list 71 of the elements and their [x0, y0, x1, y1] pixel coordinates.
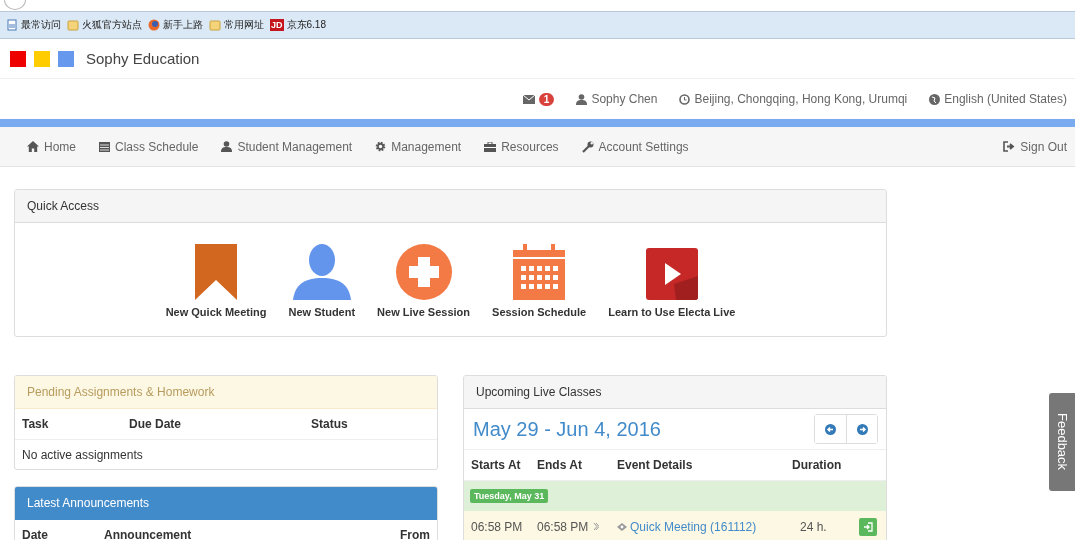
- feedback-tab[interactable]: Feedback: [1049, 393, 1075, 491]
- bookmark-link[interactable]: 新手上路: [148, 18, 203, 32]
- nav-link[interactable]: Home: [27, 139, 76, 154]
- bookmark-link[interactable]: 最常访问: [6, 18, 61, 32]
- home-icon: [27, 141, 39, 152]
- column-header: From: [400, 528, 430, 540]
- language-link[interactable]: English (United States): [944, 92, 1067, 106]
- column-header: Status: [311, 417, 349, 431]
- column-header: Due Date: [129, 417, 182, 431]
- day-label: Tuesday, May 31: [470, 489, 549, 503]
- globe-icon: [929, 93, 941, 105]
- event-link[interactable]: Quick Meeting (161112): [617, 519, 792, 534]
- bookmark-link[interactable]: JD 京东6.18: [270, 18, 326, 32]
- user-icon: [576, 93, 588, 105]
- brand-name: Sophy Education: [86, 50, 200, 67]
- nav-link[interactable]: Account Settings: [581, 139, 689, 154]
- person-icon: [292, 244, 351, 300]
- bookmark-link[interactable]: 常用网址: [209, 18, 264, 32]
- sign-out-icon: [1003, 141, 1016, 152]
- join-button[interactable]: [859, 517, 877, 536]
- panel-title: Upcoming Live Classes: [476, 385, 602, 399]
- nav-link[interactable]: Class Schedule: [99, 139, 199, 154]
- table-cell: 24 h.: [800, 519, 827, 534]
- shop-icon: JD: [270, 19, 284, 31]
- panel-title: Latest Announcements: [27, 496, 150, 510]
- globe-icon: [148, 19, 160, 31]
- user-icon: [221, 141, 233, 152]
- right-arrow-icon: [856, 423, 868, 435]
- column-header: Event Details: [617, 458, 694, 472]
- plus-icon: [395, 244, 452, 300]
- column-header: Starts At: [471, 458, 522, 472]
- nav-link[interactable]: Management: [375, 139, 462, 154]
- sign-out-link[interactable]: Sign Out: [1003, 139, 1067, 154]
- quick-access-link[interactable]: New Quick Meeting: [165, 244, 267, 318]
- clock-icon: [679, 93, 691, 105]
- nav-link[interactable]: Resources: [484, 139, 559, 154]
- quick-access-link[interactable]: Learn to Use Electa Live: [608, 248, 736, 318]
- panel-title: Quick Access: [27, 199, 100, 213]
- user-name[interactable]: Sophy Chen: [591, 92, 658, 106]
- wrench-icon: [581, 140, 594, 153]
- message-count: 1: [538, 92, 555, 106]
- column-header: Announcement: [104, 528, 193, 540]
- gear-icon: [375, 141, 387, 152]
- chevron-icon: [593, 523, 600, 530]
- nav-link[interactable]: Student Management: [221, 139, 353, 154]
- bookmark-link[interactable]: 火狐官方站点: [67, 18, 142, 32]
- calendar-icon: [513, 244, 566, 300]
- column-header: Duration: [792, 458, 843, 472]
- quick-access-link[interactable]: New Student: [288, 244, 356, 318]
- column-header: Date: [22, 528, 49, 540]
- bookmark-icon: [193, 244, 240, 300]
- table-cell-text: 06:58 PM: [471, 519, 524, 534]
- enter-icon: [863, 521, 873, 532]
- quick-access-link[interactable]: Session Schedule: [492, 244, 587, 318]
- quick-access-link[interactable]: New Live Session: [377, 244, 471, 318]
- column-header: Task: [22, 417, 50, 431]
- folder-icon: [209, 19, 221, 31]
- mail-icon[interactable]: [522, 94, 535, 104]
- table-cell: 06:58 PM: [537, 519, 589, 534]
- panel-title: Pending Assignments & Homework: [27, 385, 215, 399]
- date-range: May 29 - Jun 4, 2016: [473, 417, 661, 441]
- column-header: Ends At: [537, 458, 583, 472]
- video-play-icon: [645, 248, 698, 300]
- calendar-icon: [99, 141, 110, 152]
- folder-icon: [67, 19, 79, 31]
- page-icon: [6, 19, 18, 31]
- left-arrow-icon: [825, 423, 836, 435]
- timezone-link[interactable]: Beijing, Chongqing, Hong Kong, Urumqi: [694, 92, 908, 106]
- briefcase-icon: [484, 141, 497, 152]
- empty-message: No active assignments: [22, 447, 143, 462]
- next-button[interactable]: [846, 415, 877, 443]
